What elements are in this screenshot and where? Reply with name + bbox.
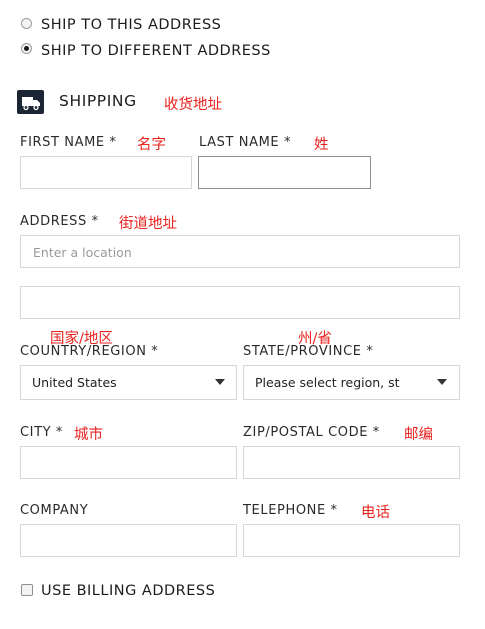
address-line-2-input[interactable] — [20, 286, 460, 319]
chevron-down-icon — [437, 379, 447, 385]
zip-label: ZIP/POSTAL CODE * — [243, 425, 380, 440]
last-name-input[interactable] — [198, 156, 371, 189]
zip-input[interactable] — [243, 446, 460, 479]
state-selected-value: Please select region, st — [255, 375, 400, 390]
state-label: STATE/PROVINCE * — [243, 344, 374, 359]
last-name-note: 姓 — [314, 137, 329, 153]
section-title-note: 收货地址 — [164, 97, 222, 113]
address-input[interactable]: Enter a location — [20, 235, 460, 268]
country-label: COUNTRY/REGION * — [20, 344, 159, 359]
last-name-label: LAST NAME * — [199, 135, 292, 150]
address-placeholder: Enter a location — [33, 245, 132, 260]
ship-to-this-address-radio[interactable] — [21, 18, 32, 29]
section-title: SHIPPING — [59, 92, 137, 110]
company-input[interactable] — [20, 524, 237, 557]
truck-icon — [17, 90, 44, 114]
city-note: 城市 — [74, 427, 103, 443]
address-label: ADDRESS * — [20, 214, 99, 229]
city-label: CITY * — [20, 425, 64, 440]
telephone-input[interactable] — [243, 524, 460, 557]
zip-note: 邮编 — [404, 427, 433, 443]
address-note: 街道地址 — [119, 216, 177, 232]
country-select[interactable]: United States — [20, 365, 237, 400]
country-selected-value: United States — [32, 375, 117, 390]
ship-to-different-address-radio[interactable] — [21, 43, 32, 54]
city-input[interactable] — [20, 446, 237, 479]
ship-to-this-address-label[interactable]: SHIP TO THIS ADDRESS — [41, 17, 221, 33]
telephone-note: 电话 — [361, 505, 390, 521]
first-name-label: FIRST NAME * — [20, 135, 117, 150]
ship-to-different-address-label[interactable]: SHIP TO DIFFERENT ADDRESS — [41, 43, 271, 59]
chevron-down-icon — [215, 379, 225, 385]
telephone-label: TELEPHONE * — [243, 503, 338, 518]
use-billing-address-checkbox[interactable] — [21, 584, 33, 596]
company-label: COMPANY — [20, 503, 89, 518]
state-select[interactable]: Please select region, st — [243, 365, 460, 400]
use-billing-address-label[interactable]: USE BILLING ADDRESS — [41, 583, 215, 599]
first-name-input[interactable] — [20, 156, 192, 189]
first-name-note: 名字 — [137, 137, 166, 153]
